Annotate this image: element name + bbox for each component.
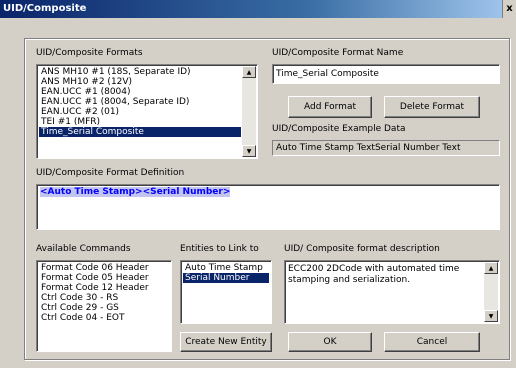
- create-entity-button[interactable]: Create New Entity: [180, 332, 272, 352]
- entity-list-item[interactable]: Serial Number: [183, 273, 269, 283]
- command-list-item[interactable]: Ctrl Code 29 - GS: [39, 303, 169, 313]
- scroll-down-icon[interactable]: ▼: [242, 145, 256, 157]
- formats-scrollbar[interactable]: ▲ ▼: [242, 66, 256, 157]
- add-format-button[interactable]: Add Format: [288, 96, 372, 118]
- entity-list-item[interactable]: Auto Time Stamp: [183, 263, 269, 273]
- command-list-item[interactable]: Format Code 06 Header: [39, 263, 169, 273]
- format-name-input[interactable]: Time_Serial Composite: [272, 64, 500, 84]
- format-list-item[interactable]: EAN.UCC #2 (01): [39, 107, 241, 117]
- window-title: UID/Composite: [3, 3, 87, 14]
- command-list-item[interactable]: Format Code 12 Header: [39, 283, 169, 293]
- format-list-item[interactable]: Time_Serial Composite: [39, 127, 241, 137]
- description-text: ECC200 2DCode with automated time stampi…: [288, 264, 460, 285]
- formats-listbox[interactable]: ANS MH10 #1 (18S, Separate ID) ANS MH10 #…: [36, 64, 258, 159]
- title-bar: UID/Composite: [0, 0, 516, 18]
- cancel-button[interactable]: Cancel: [384, 332, 480, 352]
- scroll-up-icon[interactable]: ▲: [484, 262, 498, 274]
- description-label: UID/ Composite format description: [284, 244, 440, 254]
- commands-listbox[interactable]: Format Code 06 Header Format Code 05 Head…: [36, 260, 172, 352]
- command-list-item[interactable]: Ctrl Code 30 - RS: [39, 293, 169, 303]
- description-scrollbar[interactable]: ▲ ▼: [484, 262, 498, 322]
- format-list-item[interactable]: TEI #1 (MFR): [39, 117, 241, 127]
- ok-button[interactable]: OK: [288, 332, 372, 352]
- entities-label: Entities to Link to: [180, 244, 259, 254]
- delete-format-button[interactable]: Delete Format: [384, 96, 480, 118]
- command-list-item[interactable]: Ctrl Code 04 - EOT: [39, 313, 169, 323]
- commands-label: Available Commands: [36, 244, 131, 254]
- close-icon[interactable]: x: [502, 0, 516, 18]
- example-data-field: Auto Time Stamp TextSerial Number Text: [272, 140, 500, 156]
- command-list-item[interactable]: Format Code 05 Header: [39, 273, 169, 283]
- format-list-item[interactable]: ANS MH10 #1 (18S, Separate ID): [39, 67, 241, 77]
- scroll-up-icon[interactable]: ▲: [242, 66, 256, 78]
- format-list-item[interactable]: EAN.UCC #1 (8004, Separate ID): [39, 97, 241, 107]
- definition-text: <Auto Time Stamp><Serial Number>: [40, 187, 231, 197]
- definition-textarea[interactable]: <Auto Time Stamp><Serial Number>: [36, 184, 500, 230]
- format-name-label: UID/Composite Format Name: [272, 48, 404, 58]
- definition-label: UID/Composite Format Definition: [36, 168, 185, 178]
- scroll-down-icon[interactable]: ▼: [484, 310, 498, 322]
- format-list-item[interactable]: EAN.UCC #1 (8004): [39, 87, 241, 97]
- entities-listbox[interactable]: Auto Time Stamp Serial Number: [180, 260, 272, 324]
- description-textarea[interactable]: ECC200 2DCode with automated time stampi…: [284, 260, 500, 324]
- example-data-label: UID/Composite Example Data: [272, 124, 406, 134]
- format-list-item[interactable]: ANS MH10 #2 (12V): [39, 77, 241, 87]
- formats-label: UID/Composite Formats: [36, 48, 143, 58]
